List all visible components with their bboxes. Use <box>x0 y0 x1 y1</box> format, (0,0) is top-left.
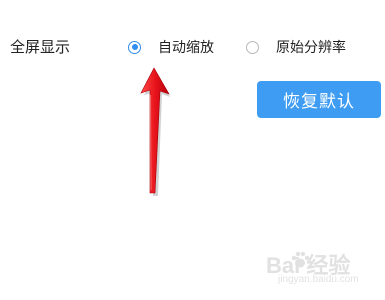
paw-icon <box>291 251 310 268</box>
arrow-shape <box>140 67 170 194</box>
radio-auto-scale-label[interactable]: 自动缩放 <box>158 37 214 57</box>
watermark-url: jingyan.baidu.com <box>278 274 359 285</box>
radio-checked-icon[interactable] <box>128 40 141 54</box>
fullscreen-display-label: 全屏显示 <box>10 38 71 56</box>
radio-original-resolution-label[interactable]: 原始分辨率 <box>276 37 346 57</box>
settings-panel: 全屏显示 自动缩放 原始分辨率 恢复默认 Bai 经验 jingyan.baid… <box>0 0 385 300</box>
baidu-jingyan-watermark: Bai 经验 jingyan.baidu.com <box>250 248 380 294</box>
watermark-brand: Bai 经验 <box>266 253 351 278</box>
radio-unchecked-icon[interactable] <box>246 40 259 54</box>
radio-auto-scale[interactable]: 自动缩放 <box>128 37 214 57</box>
restore-default-button[interactable]: 恢复默认 <box>257 81 381 118</box>
radio-original-resolution[interactable]: 原始分辨率 <box>246 37 346 57</box>
